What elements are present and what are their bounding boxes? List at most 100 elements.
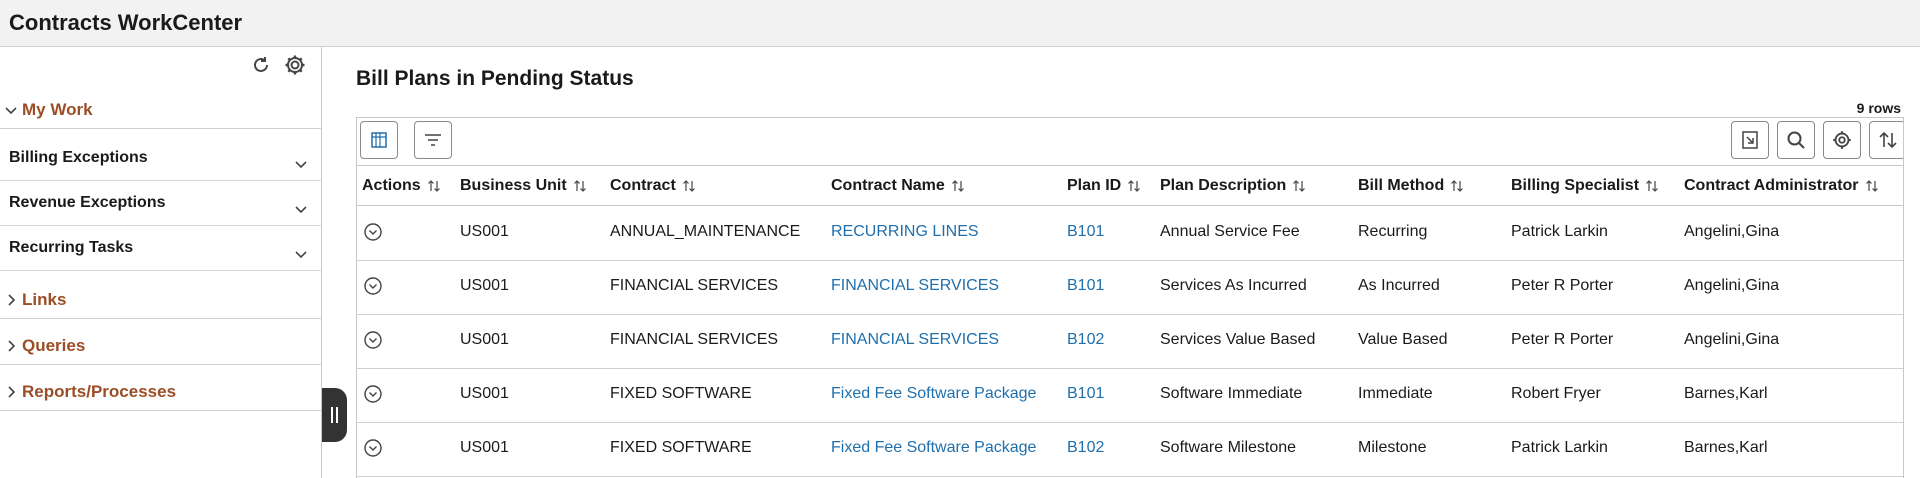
chevron-down-icon	[295, 161, 307, 169]
cell-billing-specialist: Patrick Larkin	[1511, 439, 1608, 456]
column-header-label: Contract Administrator	[1684, 177, 1859, 194]
sort-icon	[1879, 131, 1897, 149]
column-chooser-button[interactable]	[360, 121, 398, 159]
grid-header-row: Actions Business Unit Contract Contract …	[357, 166, 1903, 206]
column-header-contract-name[interactable]: Contract Name	[831, 177, 965, 195]
cell-contract-admin: Angelini,Gina	[1684, 331, 1780, 348]
column-header-actions[interactable]: Actions	[362, 177, 441, 195]
group-my-work[interactable]: My Work	[0, 91, 322, 129]
cell-contract: ANNUAL_MAINTENANCE	[610, 223, 801, 240]
cell-billing-specialist: Peter R Porter	[1511, 277, 1614, 294]
cell-contract-name-link[interactable]: FINANCIAL SERVICES	[831, 277, 999, 295]
sort-icon	[682, 180, 695, 192]
cell-bill-method: Milestone	[1358, 439, 1427, 456]
row-count: 9 rows	[1856, 100, 1901, 116]
cell-plan-id-link[interactable]: B101	[1067, 223, 1104, 241]
column-header-contract[interactable]: Contract	[610, 177, 696, 195]
cell-contract: FINANCIAL SERVICES	[610, 331, 779, 348]
chevron-down-icon	[295, 206, 307, 214]
cell-plan-id-link[interactable]: B101	[1067, 385, 1104, 403]
group-my-work-label: My Work	[22, 99, 93, 119]
row-actions-icon[interactable]	[363, 438, 383, 458]
export-icon	[1742, 131, 1758, 149]
table-row: US001 FINANCIAL SERVICES FINANCIAL SERVI…	[357, 261, 1903, 315]
cell-bill-method: Recurring	[1358, 223, 1428, 240]
group-reports-processes[interactable]: Reports/Processes	[0, 373, 322, 411]
sidebar-item-recurring-tasks[interactable]: Recurring Tasks	[0, 227, 322, 271]
cell-bill-method: Value Based	[1358, 331, 1448, 348]
search-button[interactable]	[1777, 121, 1815, 159]
column-header-plan-id[interactable]: Plan ID	[1067, 177, 1141, 195]
sort-icon	[573, 180, 586, 192]
sort-button[interactable]	[1869, 121, 1903, 159]
main-panel: Bill Plans in Pending Status 9 rows Acti…	[323, 47, 1920, 478]
cell-contract-name-link[interactable]: FINANCIAL SERVICES	[831, 331, 999, 349]
app-title: Contracts WorkCenter	[9, 10, 243, 35]
cell-contract-admin: Barnes,Karl	[1684, 385, 1768, 402]
column-header-label: Billing Specialist	[1511, 177, 1640, 194]
cell-contract-admin: Angelini,Gina	[1684, 277, 1780, 294]
sort-icon	[1865, 180, 1878, 192]
cell-plan-description: Services Value Based	[1160, 331, 1316, 348]
column-header-contract-administrator[interactable]: Contract Administrator	[1684, 177, 1879, 195]
sidebar-item-label: Revenue Exceptions	[9, 194, 166, 211]
cell-business-unit: US001	[460, 439, 509, 456]
column-header-business-unit[interactable]: Business Unit	[460, 177, 587, 195]
row-actions-icon[interactable]	[363, 384, 383, 404]
cell-business-unit: US001	[460, 385, 509, 402]
column-header-billing-specialist[interactable]: Billing Specialist	[1511, 177, 1659, 195]
group-queries-label: Queries	[22, 335, 86, 355]
filter-icon	[425, 134, 441, 146]
sidebar-tools	[249, 53, 307, 77]
cell-contract-name-link[interactable]: RECURRING LINES	[831, 223, 979, 241]
cell-billing-specialist: Patrick Larkin	[1511, 223, 1608, 240]
sidebar: My Work Billing Exceptions Revenue Excep…	[0, 47, 322, 478]
column-header-plan-description[interactable]: Plan Description	[1160, 177, 1306, 195]
column-chooser-icon	[371, 132, 387, 148]
cell-business-unit: US001	[460, 223, 509, 240]
gear-icon[interactable]	[283, 53, 307, 77]
chevron-right-icon	[4, 339, 18, 353]
sort-icon	[1646, 180, 1658, 192]
gear-icon	[1833, 131, 1851, 149]
cell-bill-method: Immediate	[1358, 385, 1433, 402]
cell-business-unit: US001	[460, 277, 509, 294]
row-actions-icon[interactable]	[363, 276, 383, 296]
chevron-right-icon	[4, 293, 18, 307]
row-actions-icon[interactable]	[363, 222, 383, 242]
cell-billing-specialist: Peter R Porter	[1511, 331, 1614, 348]
cell-plan-id-link[interactable]: B102	[1067, 331, 1104, 349]
grid-toolbar	[357, 118, 1903, 166]
filter-button[interactable]	[414, 121, 452, 159]
refresh-icon[interactable]	[249, 53, 273, 77]
sidebar-item-billing-exceptions[interactable]: Billing Exceptions	[0, 137, 322, 181]
cell-plan-description: Annual Service Fee	[1160, 223, 1300, 240]
sidebar-item-revenue-exceptions[interactable]: Revenue Exceptions	[0, 182, 322, 226]
cell-contract: FIXED SOFTWARE	[610, 439, 752, 456]
column-header-label: Contract	[610, 177, 676, 194]
grid-settings-button[interactable]	[1823, 121, 1861, 159]
group-queries[interactable]: Queries	[0, 327, 322, 365]
column-header-label: Plan Description	[1160, 177, 1287, 194]
sort-icon	[1293, 180, 1306, 192]
top-banner: Contracts WorkCenter	[0, 0, 1920, 47]
row-actions-icon[interactable]	[363, 330, 383, 350]
column-header-label: Contract Name	[831, 177, 945, 194]
table-row: US001 FIXED SOFTWARE Fixed Fee Software …	[357, 423, 1903, 477]
group-links[interactable]: Links	[0, 281, 322, 319]
column-header-label: Plan ID	[1067, 177, 1122, 194]
cell-plan-description: Software Milestone	[1160, 439, 1297, 456]
table-row: US001 FINANCIAL SERVICES FINANCIAL SERVI…	[357, 315, 1903, 369]
chevron-down-icon	[4, 103, 18, 117]
sort-icon	[951, 180, 964, 192]
sort-icon	[1451, 180, 1464, 192]
cell-plan-id-link[interactable]: B101	[1067, 277, 1104, 295]
column-header-bill-method[interactable]: Bill Method	[1358, 177, 1464, 195]
cell-contract-name-link[interactable]: Fixed Fee Software Package	[831, 385, 1036, 403]
cell-contract: FINANCIAL SERVICES	[610, 277, 779, 294]
export-button[interactable]	[1731, 121, 1769, 159]
cell-plan-description: Software Immediate	[1160, 385, 1303, 402]
cell-plan-id-link[interactable]: B102	[1067, 439, 1104, 457]
bill-plans-grid: Actions Business Unit Contract Contract …	[356, 117, 1904, 478]
cell-contract-name-link[interactable]: Fixed Fee Software Package	[831, 439, 1036, 457]
